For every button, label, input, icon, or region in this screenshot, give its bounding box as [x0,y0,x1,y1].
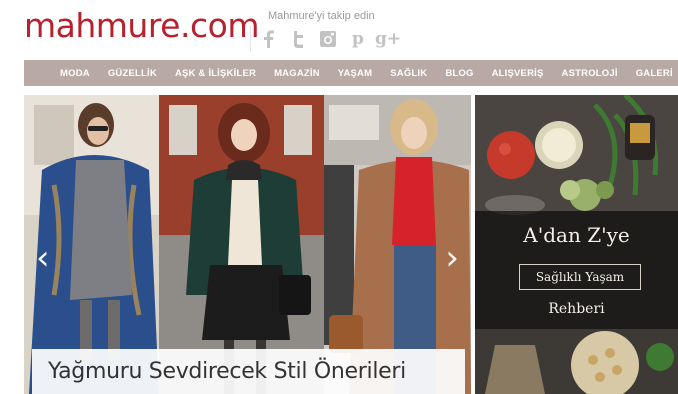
nav-item-saglik[interactable]: SAĞLIK [390,68,427,79]
side-banner[interactable]: A'dan Z'ye Sağlıklı Yaşam Rehberi [475,95,678,394]
header-divider [250,26,251,52]
nav-item-galeri[interactable]: GALERİ [636,68,673,79]
nav-item-ask-iliskiler[interactable]: AŞK & İLİŞKİLER [175,68,256,79]
facebook-icon[interactable] [256,27,280,51]
hero-caption[interactable]: Yağmuru Sevdirecek Stil Önerileri [32,349,465,394]
banner-box-label: Sağlıklı Yaşam [519,264,641,290]
page: mahmure.com Mahmure'yi takip edin p g+ M… [0,0,678,394]
google-plus-icon[interactable]: g+ [375,27,401,51]
nav-item-blog[interactable]: BLOG [445,68,473,79]
main-nav: MODA GÜZELLİK AŞK & İLİŞKİLER MAGAZİN YA… [24,60,678,86]
hero-slider[interactable]: ‹ › Yağmuru Sevdirecek Stil Önerileri [24,95,471,394]
nav-item-alisveris[interactable]: ALIŞVERİŞ [492,68,544,79]
nav-item-guzellik[interactable]: GÜZELLİK [108,68,157,79]
slider-next-arrow[interactable]: › [445,241,459,275]
pinterest-icon[interactable]: p [346,27,370,51]
follow-text: Mahmure'yi takip edin [268,10,375,22]
site-logo[interactable]: mahmure.com [24,6,259,45]
nav-item-yasam[interactable]: YAŞAM [338,68,372,79]
nav-item-astroloji[interactable]: ASTROLOJİ [562,68,618,79]
slider-prev-arrow[interactable]: ‹ [36,241,50,275]
banner-title: A'dan Z'ye [523,223,630,247]
twitter-icon[interactable] [286,27,310,51]
social-links: p g+ [256,27,401,51]
nav-item-magazin[interactable]: MAGAZİN [274,68,320,79]
nav-item-moda[interactable]: MODA [60,68,90,79]
instagram-icon[interactable] [316,27,340,51]
banner-subtitle: Rehberi [548,301,605,317]
